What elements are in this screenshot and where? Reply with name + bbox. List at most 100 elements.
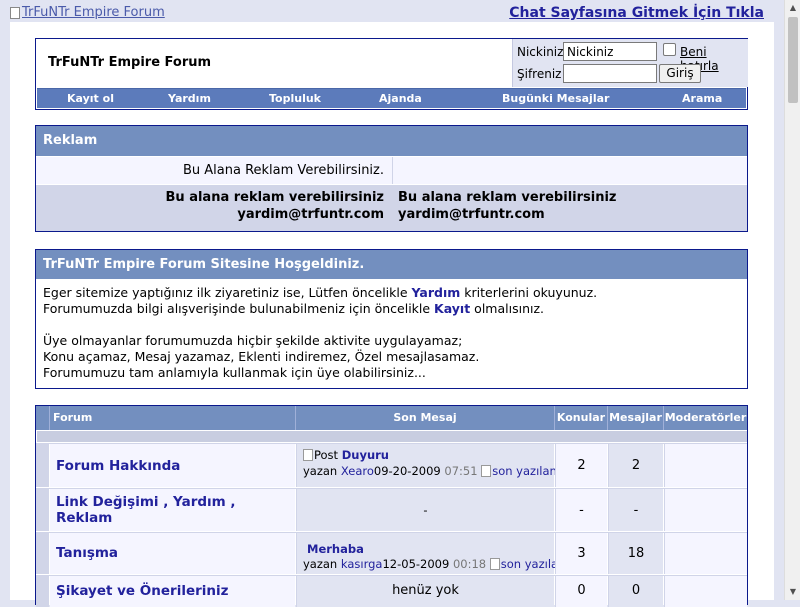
forum-row: Tanışma Merhaba yazan kasırga12-05-2009 …: [36, 532, 747, 574]
posts-count: 0: [608, 576, 663, 607]
forum-row: Forum Hakkında Post Duyuru yazan Xearo09…: [36, 443, 747, 487]
forum-name-cell: Tanışma: [50, 533, 295, 574]
scroll-up-arrow-icon[interactable]: ▲: [785, 0, 800, 16]
top-bar: TrFuNTr Empire Forum Chat Sayfasına Gitm…: [0, 0, 784, 22]
column-header-posts: Mesajlar: [608, 406, 664, 430]
password-label: Şifreniz: [517, 67, 562, 81]
nav-bar: Kayıt ol Yardım Topluluk Ajanda Bugünki …: [37, 88, 746, 108]
topics-count: -: [555, 489, 607, 531]
moderators-cell: [664, 576, 747, 607]
welcome-line4: Konu açamaz, Mesaj yazamaz, Eklenti indi…: [43, 349, 480, 364]
forum-list: Forum Son Mesaj Konular Mesajlar Moderat…: [35, 405, 748, 607]
posts-count: 2: [608, 444, 663, 487]
ad-row: Bu Alana Reklam Verebilirsiniz.: [36, 157, 747, 184]
forum-link[interactable]: Tanışma: [56, 545, 118, 561]
site-logo-link[interactable]: TrFuNTr Empire Forum: [10, 5, 165, 20]
ad-slot-left: Bu alana reklam verebilirsiniz yardim@tr…: [36, 189, 391, 223]
welcome-title: TrFuNTr Empire Forum Sitesine Hoşgeldini…: [36, 250, 747, 279]
column-header-last-post: Son Mesaj: [296, 406, 555, 430]
help-link[interactable]: Yardım: [412, 285, 461, 300]
forum-name-cell: Forum Hakkında: [50, 444, 295, 487]
remember-me-checkbox[interactable]: [663, 43, 676, 56]
forum-status-icon: [36, 576, 49, 607]
by-label: yazan: [303, 464, 338, 478]
post-date: 12-05-2009: [382, 557, 450, 571]
password-input[interactable]: [563, 64, 657, 83]
post-icon-alt: Post: [314, 448, 339, 462]
ad-left-line1: Bu alana reklam verebilirsiniz: [165, 190, 385, 205]
username-input[interactable]: [563, 42, 657, 61]
topics-count: 2: [555, 444, 607, 487]
nav-calendar[interactable]: Ajanda: [379, 92, 422, 105]
scrollbar-thumb[interactable]: [788, 17, 798, 103]
ad-panel: Reklam Bu Alana Reklam Verebilirsiniz. B…: [35, 125, 748, 232]
forum-link[interactable]: Forum Hakkında: [56, 458, 180, 474]
forum-name-cell: Şikayet ve Önerileriniz: [50, 576, 295, 607]
post-time: 07:51: [444, 464, 478, 478]
column-header-moderators: Moderatörler: [664, 406, 747, 430]
nav-community[interactable]: Topluluk: [269, 92, 321, 105]
ad-left-line2: yardim@trfuntr.com: [237, 207, 384, 222]
nav-help[interactable]: Yardım: [168, 92, 211, 105]
header-spacer: [36, 406, 50, 430]
last-post-cell: -: [296, 489, 554, 531]
username-label: Nickiniz: [517, 45, 564, 59]
column-header-forum: Forum: [50, 406, 296, 430]
scroll-down-arrow-icon[interactable]: ▼: [785, 584, 800, 600]
welcome-line2-end: olmalısınız.: [470, 301, 544, 316]
broken-image-icon: [10, 6, 20, 19]
moderators-cell: [664, 489, 747, 531]
register-link[interactable]: Kayıt: [434, 301, 470, 316]
welcome-panel: TrFuNTr Empire Forum Sitesine Hoşgeldini…: [35, 249, 748, 389]
site-title: TrFuNTr Empire Forum: [48, 55, 212, 70]
last-post-cell: Merhaba yazan kasırga12-05-2009 00:18 so…: [296, 533, 646, 574]
welcome-line5: Forumumuzu tam anlamıyla kullanmak için …: [43, 365, 426, 380]
login-button[interactable]: Giriş: [659, 64, 701, 83]
forum-link-line1: Link Değişimi , Yardım ,: [56, 494, 236, 510]
ad-row: Bu alana reklam verebilirsiniz yardim@tr…: [36, 185, 747, 231]
page-content: TrFuNTr Empire Forum Nickiniz Beni hatır…: [10, 22, 774, 607]
site-logo-alt: TrFuNTr Empire Forum: [22, 5, 165, 20]
nav-todays-posts[interactable]: Bugünki Mesajlar: [502, 92, 609, 105]
post-date: 09-20-2009: [373, 464, 441, 478]
goto-last-post-icon: [489, 558, 500, 570]
posts-count: 18: [608, 533, 663, 574]
welcome-line3: Üye olmayanlar forumumuzda hiçbir şekild…: [43, 333, 463, 348]
nav-search[interactable]: Arama: [682, 92, 722, 105]
post-icon: [303, 449, 313, 461]
welcome-text: Eger sitemize yaptığınız ilk ziyaretiniz…: [43, 285, 597, 381]
forum-row: Şikayet ve Önerileriniz henüz yok 0 0: [36, 575, 747, 607]
moderators-cell: [664, 444, 747, 487]
forum-link[interactable]: Link Değişimi , Yardım , Reklam: [56, 494, 236, 526]
author-link[interactable]: Xearo: [341, 464, 374, 478]
topics-count: 0: [555, 576, 607, 607]
welcome-line1: Eger sitemize yaptığınız ilk ziyaretiniz…: [43, 285, 412, 300]
login-form: Nickiniz Beni hatırla Şifreniz Giriş: [512, 39, 748, 87]
forum-name-cell: Link Değişimi , Yardım , Reklam: [50, 489, 295, 531]
category-bar: [37, 431, 747, 442]
nav-register[interactable]: Kayıt ol: [67, 92, 114, 105]
header-panel: TrFuNTr Empire Forum Nickiniz Beni hatır…: [35, 38, 748, 110]
ad-right-line2: yardim@trfuntr.com: [398, 207, 545, 222]
last-post-title-link[interactable]: Merhaba: [307, 542, 364, 556]
forum-status-icon: [36, 533, 49, 574]
vertical-scrollbar[interactable]: ▲ ▼: [784, 0, 800, 600]
posts-count: -: [608, 489, 663, 531]
author-link[interactable]: kasırga: [341, 557, 383, 571]
topics-count: 3: [555, 533, 607, 574]
forum-status-icon: [36, 444, 49, 487]
moderators-cell: [664, 533, 747, 574]
forum-link[interactable]: Şikayet ve Önerileriniz: [56, 583, 228, 599]
chat-page-link[interactable]: Chat Sayfasına Gitmek İçin Tıkla: [509, 5, 764, 21]
welcome-line2: Forumumuzda bilgi alışverişinde bulunabi…: [43, 301, 435, 316]
ad-slot-right: Bu alana reklam verebilirsiniz yardim@tr…: [398, 189, 747, 223]
last-post-cell: Post Duyuru yazan Xearo09-20-2009 07:51 …: [296, 444, 637, 487]
ad-panel-title: Reklam: [36, 126, 747, 156]
last-post-title-link[interactable]: Duyuru: [342, 448, 389, 462]
forum-status-icon: [36, 489, 49, 531]
ad-slot-text: Bu Alana Reklam Verebilirsiniz.: [36, 157, 391, 184]
forum-row: Link Değişimi , Yardım , Reklam - - -: [36, 488, 747, 531]
ad-slot-empty: [392, 157, 747, 184]
forum-link-line2: Reklam: [56, 510, 113, 526]
last-post-cell: henüz yok: [296, 576, 554, 607]
